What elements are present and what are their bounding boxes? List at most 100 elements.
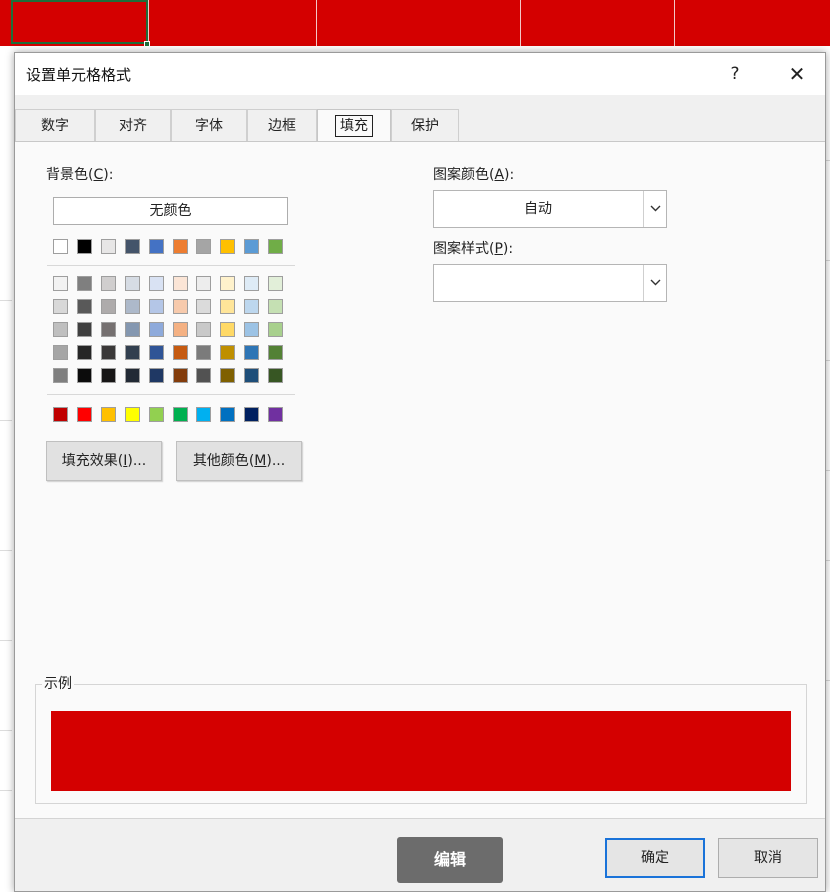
tab-border[interactable]: 边框	[247, 109, 317, 141]
theme-color-swatch[interactable]	[100, 239, 116, 254]
theme-color-swatch[interactable]	[196, 239, 212, 254]
theme-color-swatch[interactable]	[76, 239, 92, 254]
tab-number[interactable]: 数字	[15, 109, 95, 141]
theme-shade-swatch[interactable]	[76, 322, 92, 337]
ok-button[interactable]: 确定	[605, 838, 705, 878]
theme-shade-swatch[interactable]	[268, 276, 284, 291]
standard-color-swatch[interactable]	[172, 407, 188, 422]
row-gridline	[0, 640, 12, 641]
edit-overlay-button[interactable]: 编辑	[397, 837, 503, 883]
theme-shade-swatch[interactable]	[53, 368, 68, 383]
theme-color-swatch[interactable]	[244, 239, 260, 254]
theme-shade-swatch[interactable]	[220, 368, 236, 383]
theme-shade-swatch[interactable]	[244, 368, 260, 383]
tab-protection[interactable]: 保护	[391, 109, 459, 141]
theme-shade-swatch[interactable]	[53, 276, 68, 291]
theme-shade-swatch[interactable]	[100, 322, 116, 337]
theme-shade-swatch[interactable]	[100, 276, 116, 291]
fill-effects-button[interactable]: 填充效果(I)...	[46, 441, 162, 481]
theme-shade-swatch[interactable]	[148, 299, 164, 314]
theme-shade-swatch[interactable]	[172, 276, 188, 291]
theme-shade-swatch[interactable]	[100, 299, 116, 314]
theme-shade-swatch[interactable]	[220, 299, 236, 314]
theme-shade-swatch[interactable]	[124, 276, 140, 291]
theme-shade-row	[53, 345, 293, 361]
fill-handle[interactable]	[144, 41, 150, 47]
theme-shade-swatch[interactable]	[196, 276, 212, 291]
row-gridline	[0, 420, 12, 421]
standard-color-swatch[interactable]	[196, 407, 212, 422]
theme-shade-swatch[interactable]	[268, 299, 284, 314]
theme-shade-swatch[interactable]	[268, 322, 284, 337]
sample-label: 示例	[42, 673, 74, 693]
close-button[interactable]: ✕	[779, 59, 815, 89]
theme-shade-swatch[interactable]	[124, 322, 140, 337]
theme-color-swatch[interactable]	[220, 239, 236, 254]
theme-shade-swatch[interactable]	[148, 345, 164, 360]
dialog-title: 设置单元格格式	[26, 66, 132, 84]
standard-color-swatch[interactable]	[124, 407, 140, 422]
theme-shade-swatch[interactable]	[244, 322, 260, 337]
theme-shade-swatch[interactable]	[148, 322, 164, 337]
theme-shade-swatch[interactable]	[172, 299, 188, 314]
theme-shade-swatch[interactable]	[220, 345, 236, 360]
dialog-title-bar[interactable]: 设置单元格格式 ? ✕	[15, 53, 825, 95]
standard-color-swatch[interactable]	[244, 407, 260, 422]
theme-shade-row	[53, 276, 293, 292]
theme-shade-swatch[interactable]	[196, 299, 212, 314]
help-button[interactable]: ?	[719, 59, 751, 89]
standard-color-swatch[interactable]	[100, 407, 116, 422]
theme-shade-swatch[interactable]	[196, 322, 212, 337]
theme-shade-swatch[interactable]	[244, 276, 260, 291]
theme-shade-swatch[interactable]	[196, 345, 212, 360]
theme-shade-swatch[interactable]	[100, 345, 116, 360]
theme-color-swatch[interactable]	[124, 239, 140, 254]
theme-color-swatch[interactable]	[148, 239, 164, 254]
row-gridline	[0, 550, 12, 551]
tab-fill[interactable]: 填充	[317, 109, 391, 143]
theme-shade-swatch[interactable]	[76, 299, 92, 314]
theme-shade-swatch[interactable]	[268, 368, 284, 383]
theme-shade-swatch[interactable]	[244, 345, 260, 360]
standard-color-swatch[interactable]	[76, 407, 92, 422]
theme-shade-swatch[interactable]	[76, 368, 92, 383]
theme-shade-swatch[interactable]	[196, 368, 212, 383]
tab-alignment[interactable]: 对齐	[95, 109, 171, 141]
pattern-style-label: 图案样式(P):	[433, 241, 514, 257]
tab-font[interactable]: 字体	[171, 109, 247, 141]
theme-shade-swatch[interactable]	[268, 345, 284, 360]
theme-shade-swatch[interactable]	[148, 276, 164, 291]
theme-color-swatch[interactable]	[172, 239, 188, 254]
theme-shade-swatch[interactable]	[53, 299, 68, 314]
theme-shade-swatch[interactable]	[148, 368, 164, 383]
standard-color-swatch[interactable]	[53, 407, 68, 422]
theme-shade-swatch[interactable]	[220, 322, 236, 337]
theme-shade-swatch[interactable]	[172, 368, 188, 383]
dropdown-arrow[interactable]	[643, 191, 666, 227]
no-color-button[interactable]: 无颜色	[53, 197, 288, 225]
theme-shade-swatch[interactable]	[124, 299, 140, 314]
theme-shade-swatch[interactable]	[124, 368, 140, 383]
selected-cell[interactable]	[11, 0, 148, 44]
theme-color-swatch[interactable]	[268, 239, 284, 254]
theme-shade-swatch[interactable]	[172, 345, 188, 360]
standard-color-swatch[interactable]	[220, 407, 236, 422]
pattern-style-dropdown[interactable]	[433, 264, 667, 302]
more-colors-button[interactable]: 其他颜色(M)...	[176, 441, 302, 481]
theme-shade-swatch[interactable]	[76, 345, 92, 360]
standard-color-swatch[interactable]	[268, 407, 284, 422]
dropdown-arrow[interactable]	[643, 265, 666, 301]
theme-shade-swatch[interactable]	[124, 345, 140, 360]
chevron-down-icon	[650, 279, 661, 286]
theme-shade-swatch[interactable]	[76, 276, 92, 291]
theme-shade-swatch[interactable]	[53, 322, 68, 337]
cancel-button[interactable]: 取消	[718, 838, 818, 878]
theme-shade-swatch[interactable]	[244, 299, 260, 314]
theme-color-swatch[interactable]	[53, 239, 68, 254]
standard-color-swatch[interactable]	[148, 407, 164, 422]
theme-shade-swatch[interactable]	[172, 322, 188, 337]
theme-shade-swatch[interactable]	[100, 368, 116, 383]
theme-shade-swatch[interactable]	[53, 345, 68, 360]
theme-shade-swatch[interactable]	[220, 276, 236, 291]
pattern-color-dropdown[interactable]: 自动	[433, 190, 667, 228]
